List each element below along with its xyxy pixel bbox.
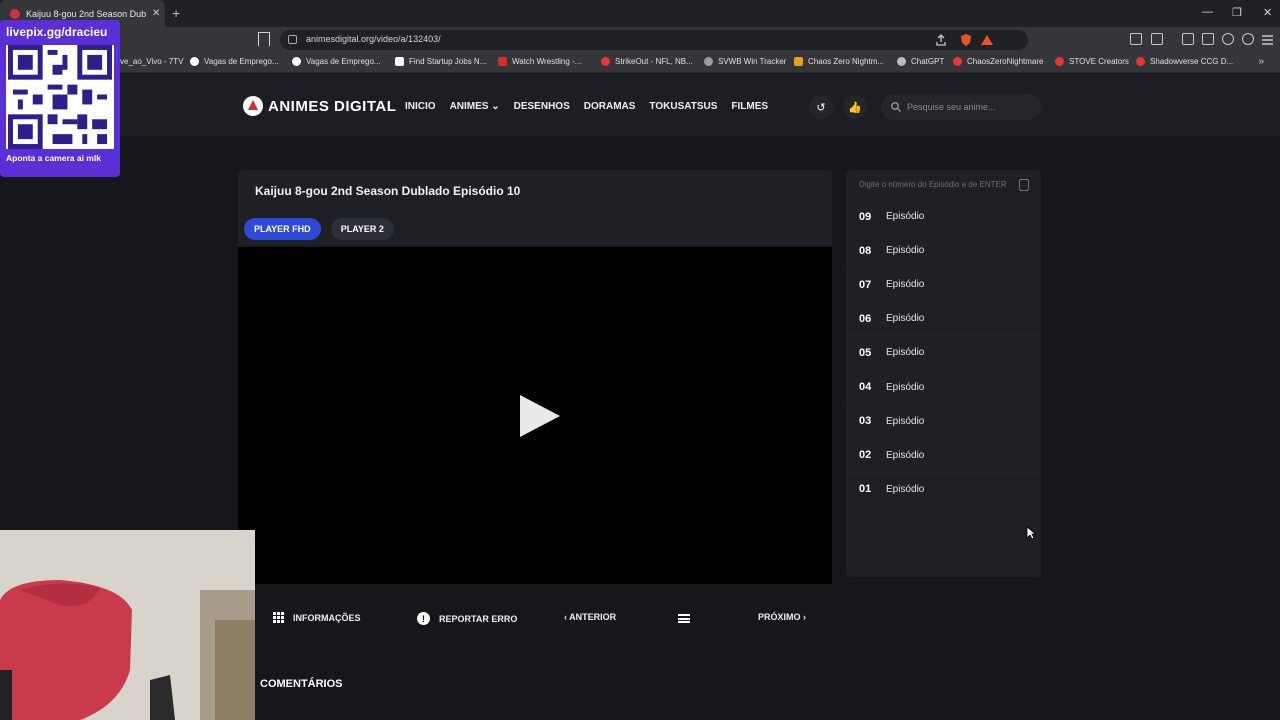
minimize-button[interactable]: —: [1202, 6, 1213, 18]
main-nav: INICIO ANIMES ⌄ DESENHOS DORAMAS TOKUSAT…: [405, 101, 782, 112]
alert-icon: !: [417, 612, 430, 625]
bookmark-item[interactable]: Chaos Zero Nightm...: [794, 57, 884, 66]
menu-icon[interactable]: [1262, 35, 1273, 45]
tab-close-icon[interactable]: ✕: [152, 8, 160, 19]
bookmark-item[interactable]: Watch Wrestling -...: [498, 57, 581, 66]
rewards-icon[interactable]: [980, 33, 994, 47]
episode-title: Kaijuu 8-gou 2nd Season Dublado Episódio…: [255, 184, 521, 198]
video-player[interactable]: [238, 247, 832, 584]
nav-tokusatsus[interactable]: TOKUSATSUS: [649, 101, 717, 112]
maximize-button[interactable]: ❐: [1232, 6, 1242, 19]
site-header: ANIMES DIGITAL INICIO ANIMES ⌄ DESENHOS …: [0, 74, 1280, 136]
browser-tabbar: Kaijuu 8-gou 2nd Season Dublad ✕ + — ❐ ✕: [0, 0, 1280, 27]
toolbar: animesdigital.org/video/a/132403/: [0, 27, 1280, 53]
bookmark-item[interactable]: Find Startup Jobs N...: [395, 57, 486, 66]
player-tabs: PLAYER FHD PLAYER 2: [244, 218, 404, 240]
wallet-icon[interactable]: [1202, 33, 1214, 45]
webcam-overlay: [0, 530, 255, 720]
logo-icon: [243, 96, 263, 116]
tab-player-fhd[interactable]: PLAYER FHD: [244, 218, 321, 240]
info-button[interactable]: INFORMAÇÕES: [273, 612, 361, 623]
list-item[interactable]: 03 Episódio: [846, 405, 1041, 439]
cursor-icon: [1026, 526, 1036, 540]
bookmark-item[interactable]: STOVE Creators: [1055, 57, 1129, 66]
share-icon[interactable]: [934, 33, 948, 47]
qr-title: livepix.gg/dracieu: [6, 25, 108, 39]
logo-text: ANIMES DIGITAL: [268, 97, 397, 115]
comments-heading: COMENTÁRIOS: [260, 678, 343, 690]
episode-list-panel: Digite o número do Episódio e de ENTER 0…: [846, 170, 1041, 577]
qr-caption: Aponta a camera ai mlk: [6, 153, 101, 163]
bookmark-item[interactable]: Vagas de Emprego...: [292, 57, 381, 66]
nav-animes[interactable]: ANIMES ⌄: [450, 101, 500, 112]
extensions-icon[interactable]: [1130, 33, 1142, 45]
nav-desenhos[interactable]: DESENHOS: [514, 101, 570, 112]
site-favicon-icon: [10, 8, 20, 19]
grid-icon: [273, 612, 284, 623]
episode-controls: INFORMAÇÕES ! REPORTAR ERRO ‹ ANTERIOR P…: [238, 600, 832, 638]
leo-ai-icon[interactable]: [1222, 33, 1234, 45]
nav-inicio[interactable]: INICIO: [405, 101, 436, 112]
bookmark-item[interactable]: Shadowverse CCG D...: [1136, 57, 1233, 66]
list-item[interactable]: 05 Episódio: [846, 336, 1041, 371]
episode-search-field[interactable]: Digite o número do Episódio e de ENTER: [859, 180, 1031, 189]
reader-icon[interactable]: [1151, 33, 1163, 45]
list-item[interactable]: 08 Episódio: [846, 234, 1041, 269]
bookmark-item[interactable]: StrikeOut - NFL, NB...: [601, 57, 693, 66]
bookmark-icon[interactable]: [258, 32, 270, 46]
site-logo[interactable]: ANIMES DIGITAL: [243, 96, 396, 116]
list-item[interactable]: 09 Episódio: [846, 200, 1041, 235]
episode-list: 09 Episódio 08 Episódio 07 Episódio 06 Episó…: [846, 200, 1041, 507]
bookmarks-bar: ve_ao_Vivo - 7TV Vagas de Emprego... Vag…: [0, 53, 1280, 73]
nav-doramas[interactable]: DORAMAS: [584, 101, 636, 112]
player-panel: Kaijuu 8-gou 2nd Season Dublado Episódio…: [238, 170, 832, 584]
list-item[interactable]: 01 Episódio: [846, 473, 1041, 507]
history-icon[interactable]: ↺: [809, 95, 833, 119]
list-item[interactable]: 06 Episódio: [846, 302, 1041, 337]
next-button[interactable]: PRÓXIMO ›: [758, 612, 806, 622]
list-item[interactable]: 07 Episódio: [846, 268, 1041, 303]
report-error-button[interactable]: ! REPORTAR ERRO: [417, 612, 517, 625]
webcam-feed-image: [0, 530, 255, 720]
close-window-button[interactable]: ✕: [1263, 6, 1272, 19]
search-input[interactable]: [907, 102, 1037, 112]
address-bar[interactable]: animesdigital.org/video/a/132403/: [280, 30, 1028, 50]
bookmark-item[interactable]: ChaosZeroNightmare: [953, 57, 1043, 66]
bookmark-item[interactable]: ChatGPT: [897, 57, 944, 66]
more-bookmarks-button[interactable]: »: [1258, 56, 1264, 67]
qr-overlay: livepix.gg/dracieu Aponta a camera ai ml…: [0, 20, 120, 177]
site-info-icon[interactable]: [288, 35, 297, 44]
qr-code-icon: [6, 45, 114, 149]
vpn-shield-icon[interactable]: [1242, 33, 1254, 45]
sidebar-icon[interactable]: [1182, 33, 1194, 45]
menu-lines-icon: [678, 614, 690, 623]
nav-filmes[interactable]: FILMES: [731, 101, 768, 112]
list-item[interactable]: 04 Episódio: [846, 370, 1041, 405]
episode-list-button[interactable]: [678, 614, 690, 623]
tab-title: Kaijuu 8-gou 2nd Season Dublad: [26, 8, 146, 19]
play-icon[interactable]: [520, 395, 560, 437]
tab-player-2[interactable]: PLAYER 2: [330, 218, 394, 240]
bookmark-item[interactable]: SVWB Win Tracker: [704, 57, 786, 66]
url-text: animesdigital.org/video/a/132403/: [306, 34, 441, 44]
document-icon: [1019, 179, 1029, 191]
brave-shield-icon[interactable]: [959, 33, 973, 47]
previous-button[interactable]: ‹ ANTERIOR: [564, 612, 616, 622]
list-item[interactable]: 02 Episódio: [846, 439, 1041, 473]
bookmark-item[interactable]: Vagas de Emprego...: [190, 57, 279, 66]
search-icon: [891, 102, 901, 112]
like-icon[interactable]: 👍: [843, 95, 867, 119]
bookmark-item[interactable]: ve_ao_Vivo - 7TV: [120, 57, 183, 66]
site-search[interactable]: [881, 94, 1041, 120]
new-tab-button[interactable]: +: [172, 5, 180, 21]
